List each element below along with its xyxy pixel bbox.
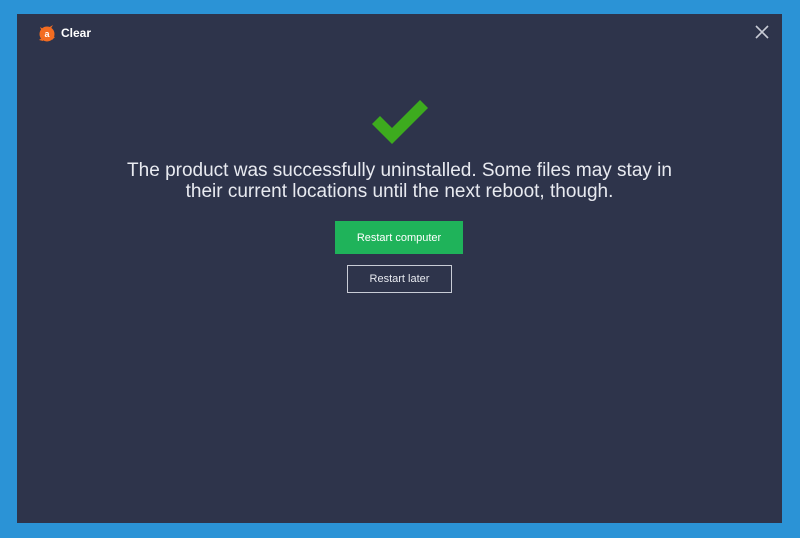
window-frame: a Clear The product was successfully uni… — [0, 0, 800, 538]
app-window: a Clear The product was successfully uni… — [17, 14, 782, 523]
title-bar: a Clear — [17, 14, 782, 50]
restart-computer-button[interactable]: Restart computer — [335, 221, 463, 254]
avast-logo-icon: a — [39, 25, 55, 42]
checkmark-icon — [372, 100, 428, 144]
uninstall-message: The product was successfully uninstalled… — [77, 160, 722, 202]
message-line-2: their current locations until the next r… — [185, 181, 614, 202]
restart-later-button[interactable]: Restart later — [347, 265, 452, 293]
app-title: Clear — [61, 26, 92, 40]
message-line-1: The product was successfully uninstalled… — [127, 160, 672, 181]
close-icon[interactable] — [754, 24, 770, 40]
